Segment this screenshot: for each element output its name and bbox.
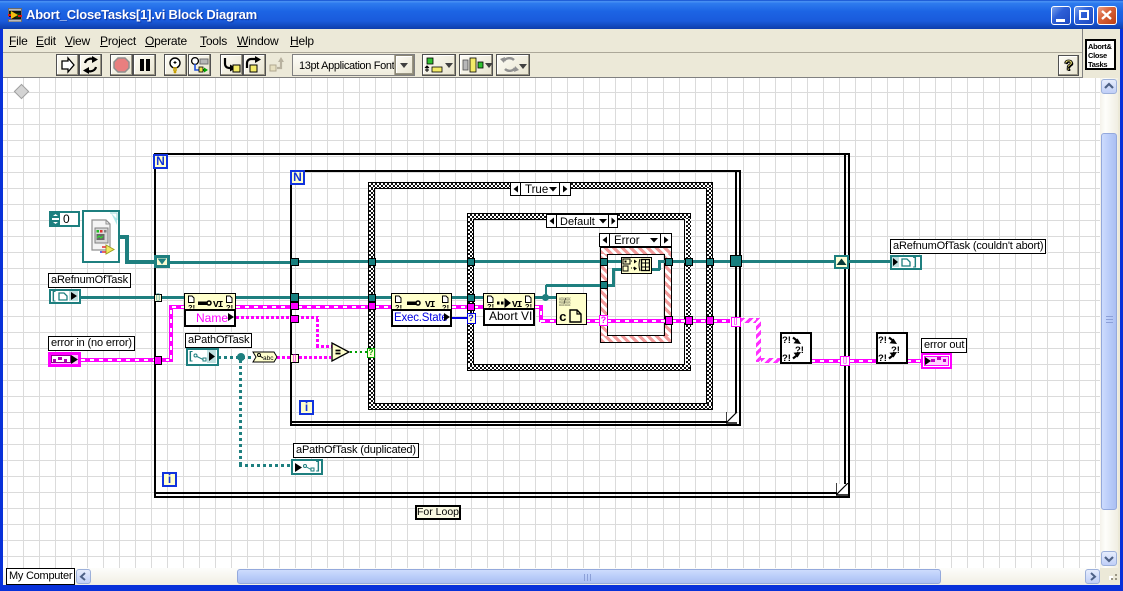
- svg-text:True: True: [525, 184, 548, 195]
- svg-text:Error: Error: [614, 235, 640, 246]
- svg-text:VI: VI: [213, 299, 223, 310]
- svg-text:?!: ?!: [878, 335, 887, 346]
- svg-text:abc: abc: [263, 355, 274, 362]
- svg-text:VI: VI: [425, 299, 435, 310]
- svg-text:?!: ?!: [442, 303, 449, 311]
- svg-text:c: c: [559, 310, 567, 323]
- svg-text:?!: ?!: [782, 335, 791, 346]
- svg-text:?!: ?!: [782, 353, 791, 362]
- svg-text:?!: ?!: [226, 303, 233, 311]
- svg-text:?!: ?!: [188, 303, 195, 311]
- svg-text:?!: ?!: [878, 353, 887, 362]
- svg-text:▒/▒: ▒/▒: [559, 297, 571, 306]
- svg-text:?!: ?!: [395, 303, 402, 311]
- svg-text:Default: Default: [560, 216, 595, 227]
